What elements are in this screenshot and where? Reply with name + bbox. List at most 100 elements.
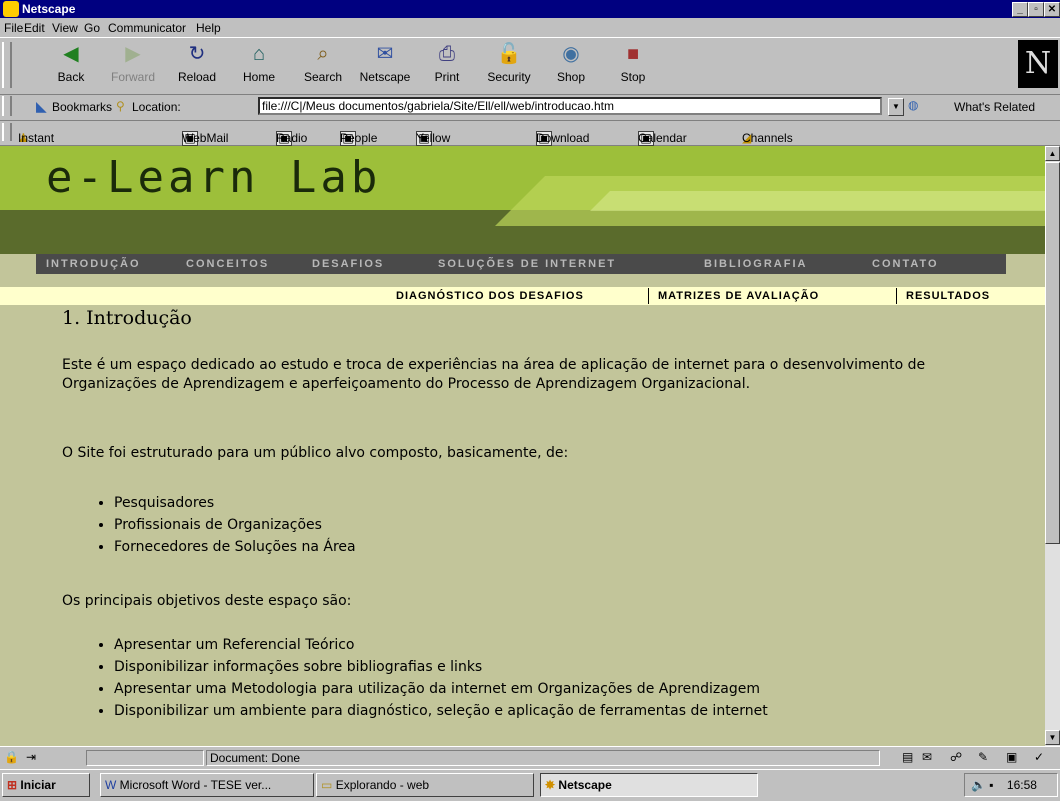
sub-nav: DIAGNÓSTICO DOS DESAFIOS MATRIZES DE AVA… [0,287,1045,305]
stop-button[interactable]: ■ Stop [604,40,662,84]
taskbar-explorer[interactable]: ▭ Explorando - web [316,773,534,797]
component-bar-mail-icon[interactable]: ✉ [922,750,932,764]
page-title: 1. Introdução [62,307,192,329]
list-item: Disponibilizar um ambiente para diagnóst… [114,700,768,722]
taskbar-netscape[interactable]: ✸ Netscape [540,773,758,797]
menu-go[interactable]: Go [84,21,100,35]
folder-icon: ▭ [321,778,333,792]
location-grip[interactable] [2,96,12,116]
component-bar-check-icon[interactable]: ✓ [1034,750,1044,764]
menu-file[interactable]: File [4,21,23,35]
menu-communicator[interactable]: Communicator [108,21,186,35]
scroll-thumb[interactable] [1045,162,1060,544]
reload-icon: ↻ [188,43,206,65]
home-button[interactable]: ⌂ Home [230,40,288,84]
menu-view[interactable]: View [52,21,78,35]
nav-contato[interactable]: CONTATO [872,258,939,270]
nav-bibliografia[interactable]: BIBLIOGRAFIA [704,258,807,270]
reload-button[interactable]: ↻ Reload [168,40,226,84]
forward-icon: ▶ [125,43,141,65]
netscape-icon: ✸ [545,778,556,792]
subnav-separator [648,288,649,304]
component-bar-news-icon[interactable]: ☍ [950,750,962,764]
menu-help[interactable]: Help [196,21,221,35]
bookmarks-icon: ◣ [36,98,47,114]
location-label: Location: [132,100,181,114]
vertical-scrollbar[interactable]: ▲ ▼ [1045,146,1060,746]
whats-related-icon: ◍ [908,98,919,112]
forward-label: Forward [110,70,155,84]
security-lock-icon[interactable]: 🔒 [4,750,19,764]
objectives-list: Apresentar um Referencial Teórico Dispon… [62,634,768,722]
site-nav: INTRODUÇÃO CONCEITOS DESAFIOS SOLUÇÕES D… [36,254,1006,274]
connection-icon: ⇥ [26,750,37,764]
print-icon: ⎙ [439,43,455,65]
start-button[interactable]: ⊞ Iniciar [2,773,90,797]
component-bar-navigator-icon[interactable]: ▤ [902,750,913,764]
nav-introducao[interactable]: INTRODUÇÃO [46,258,141,270]
toolbar-grip[interactable] [2,42,12,88]
network-icon[interactable]: ▪ [989,778,993,792]
home-icon: ⌂ [252,43,266,65]
stop-icon: ■ [626,43,640,65]
search-icon: ⌕ [317,43,329,65]
netscape-icon: ✉ [376,43,394,65]
security-button[interactable]: 🔓 Security [480,40,538,84]
list-item: Disponibilizar informações sobre bibliog… [114,656,768,678]
subnav-matrizes[interactable]: MATRIZES DE AVALIAÇÃO [658,290,819,302]
personal-grip[interactable] [2,123,12,141]
calendar-label: Calendar [638,131,687,145]
taskbar-word[interactable]: W Microsoft Word - TESE ver... [100,773,314,797]
shop-button[interactable]: ◉ Shop [542,40,600,84]
url-input[interactable]: file:///C|/Meus documentos/gabriela/Site… [258,97,882,115]
menu-edit[interactable]: Edit [24,21,45,35]
print-button[interactable]: ⎙ Print [418,40,476,84]
radio-label: Radio [276,131,308,145]
bookmarks-button[interactable]: Bookmarks [52,100,112,114]
list-item: Profissionais de Organizações [114,514,356,536]
component-bar-composer-icon[interactable]: ✎ [978,750,988,764]
back-button[interactable]: ◀ Back [42,40,100,84]
home-label: Home [242,70,275,84]
security-icon: 🔓 [496,43,522,65]
search-label: Search [303,70,343,84]
shop-icon: ◉ [562,43,580,65]
banner: e-Learn Lab [0,146,1045,254]
download-label: Download [536,131,590,145]
search-button[interactable]: ⌕ Search [294,40,352,84]
netscape-logo[interactable]: N [1018,40,1058,88]
maximize-button[interactable]: ▫ [1028,2,1044,17]
nav-desafios[interactable]: DESAFIOS [312,258,384,270]
subnav-separator [896,288,897,304]
objectives-paragraph: Os principais objetivos deste espaço são… [62,593,352,609]
list-item: Apresentar uma Metodologia para utilizaç… [114,678,768,700]
netscape-button[interactable]: ✉ Netscape [356,40,414,84]
forward-button[interactable]: ▶ Forward [104,40,162,84]
taskbar-word-label: Microsoft Word - TESE ver... [119,778,272,792]
minimize-button[interactable]: _ [1012,2,1028,17]
component-bar-address-icon[interactable]: ▣ [1006,750,1017,764]
scroll-down-icon[interactable]: ▼ [1045,730,1060,745]
personal-toolbar: ♟ Instant Message ▣WebMail ▣Radio ▣Peopl… [0,121,1060,159]
progress-panel [86,750,204,766]
word-icon: W [105,778,117,792]
location-toolbar: ◣ Bookmarks ⚲ Location: file:///C|/Meus … [0,94,1060,121]
close-button[interactable]: ✕ [1044,2,1060,17]
window-title: Netscape [22,2,76,16]
channels-label: Channels [742,131,793,145]
nav-conceitos[interactable]: CONCEITOS [186,258,269,270]
volume-icon[interactable]: 🔈 [971,778,986,792]
scroll-up-icon[interactable]: ▲ [1045,146,1060,161]
whats-related-button[interactable]: What's Related [954,100,1035,114]
audience-list: Pesquisadores Profissionais de Organizaç… [62,492,356,558]
navigation-toolbar: ◀ Back ▶ Forward ↻ Reload ⌂ Home ⌕ Search ✉ Netscap… [0,37,1060,95]
site-title: e-Learn Lab [46,152,382,203]
taskbar: ⊞ Iniciar W Microsoft Word - TESE ver...… [0,769,1060,801]
url-dropdown-icon[interactable]: ▼ [888,98,904,116]
subnav-diagnostico[interactable]: DIAGNÓSTICO DOS DESAFIOS [396,290,584,302]
security-label: Security [487,70,531,84]
intro-paragraph: Este é um espaço dedicado ao estudo e tr… [62,357,926,392]
back-label: Back [57,70,85,84]
nav-solucoes[interactable]: SOLUÇÕES DE INTERNET [438,258,616,270]
subnav-resultados[interactable]: RESULTADOS [906,290,990,302]
